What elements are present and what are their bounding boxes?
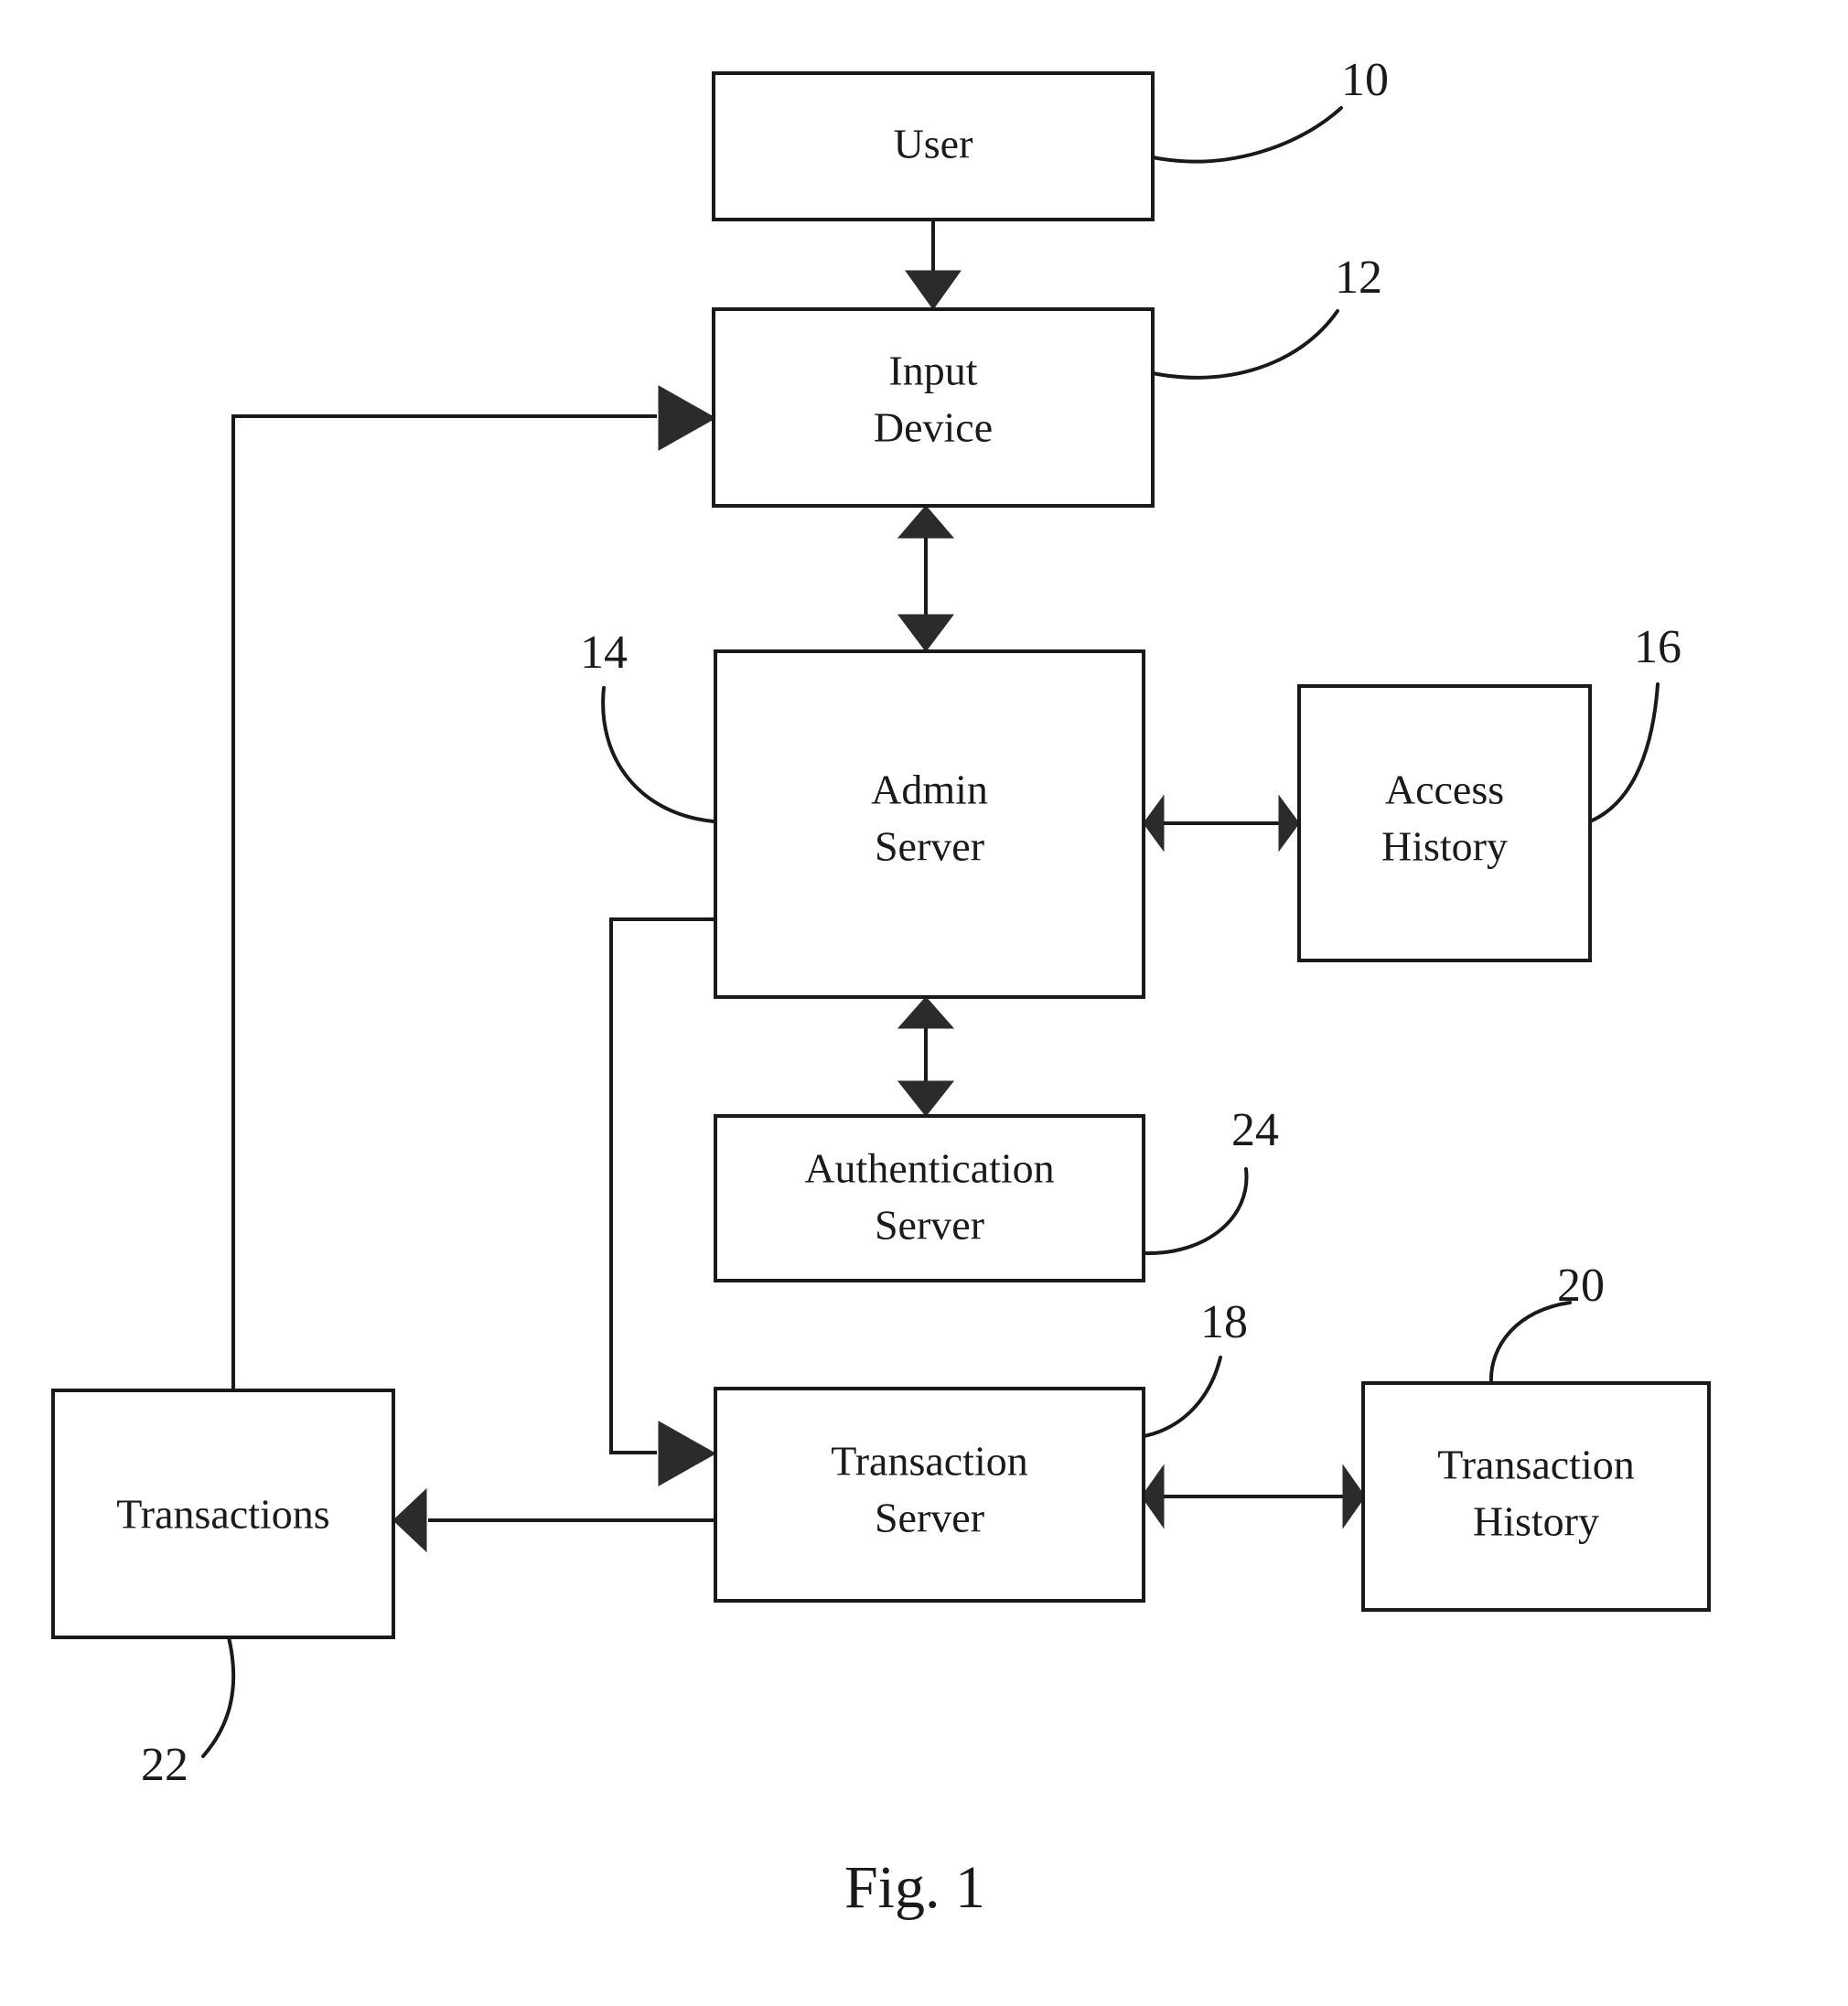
block-user-label: User xyxy=(894,121,973,167)
figure-caption: Fig. 1 xyxy=(844,1854,985,1921)
leader-line-24 xyxy=(1142,1167,1249,1256)
block-transaction-history[interactable]: Transaction History xyxy=(1361,1381,1711,1612)
reference-numeral-18: 18 xyxy=(1200,1296,1248,1348)
leader-line-10 xyxy=(1151,106,1343,164)
connector-admin-server-to-transaction-server xyxy=(609,917,717,1486)
block-input-device[interactable]: Input Device xyxy=(712,307,1155,508)
block-admin-server-label-line1: Admin xyxy=(871,767,988,813)
leader-line-18 xyxy=(1142,1356,1222,1438)
system-block-diagram: User Input Device Admin Server Access Hi… xyxy=(51,54,1711,1921)
reference-numeral-20: 20 xyxy=(1557,1260,1605,1312)
block-admin-server[interactable]: Admin Server xyxy=(714,649,1145,999)
connector-transaction-server-to-transactions xyxy=(392,1487,715,1553)
block-transaction-server-label-line1: Transaction xyxy=(831,1438,1028,1485)
block-transactions[interactable]: Transactions xyxy=(51,1389,395,1639)
block-access-history[interactable]: Access History xyxy=(1297,684,1592,962)
block-transaction-history-label-line1: Transaction xyxy=(1437,1442,1635,1488)
block-access-history-label-line2: History xyxy=(1381,823,1508,870)
block-input-device-label-line1: Input xyxy=(888,348,977,394)
block-access-history-label-line1: Access xyxy=(1385,767,1504,813)
block-transaction-server[interactable]: Transaction Server xyxy=(714,1387,1145,1603)
block-transaction-server-label-line2: Server xyxy=(875,1495,984,1541)
leader-line-16 xyxy=(1588,682,1660,823)
reference-numeral-24: 24 xyxy=(1231,1104,1279,1156)
connector-admin-server-to-authentication-server xyxy=(897,996,955,1117)
block-authentication-server[interactable]: Authentication Server xyxy=(714,1114,1145,1282)
connector-transactions-to-input-device xyxy=(231,385,717,1390)
reference-numeral-16: 16 xyxy=(1634,621,1681,673)
connector-user-to-input-device xyxy=(905,220,962,310)
leader-line-20 xyxy=(1488,1301,1572,1385)
connector-admin-server-to-access-history xyxy=(1143,794,1300,853)
reference-numeral-14: 14 xyxy=(580,627,628,679)
leader-line-12 xyxy=(1151,309,1339,380)
reference-numeral-22: 22 xyxy=(141,1739,188,1791)
reference-numeral-12: 12 xyxy=(1335,252,1382,304)
block-admin-server-label-line2: Server xyxy=(875,823,984,870)
block-transactions-label: Transactions xyxy=(116,1491,329,1538)
block-user[interactable]: User xyxy=(712,71,1155,221)
block-transaction-history-label-line2: History xyxy=(1473,1498,1599,1545)
block-authentication-server-label-line2: Server xyxy=(875,1202,984,1249)
leader-line-22 xyxy=(201,1636,236,1758)
connector-input-device-to-admin-server xyxy=(897,505,955,652)
block-input-device-label-line2: Device xyxy=(874,404,993,451)
reference-numeral-10: 10 xyxy=(1341,54,1389,106)
leader-line-14 xyxy=(601,686,715,823)
patent-figure-page: User Input Device Admin Server Access Hi… xyxy=(0,0,1848,2006)
block-authentication-server-label-line1: Authentication xyxy=(804,1145,1054,1192)
connector-transaction-server-to-transaction-history xyxy=(1141,1464,1366,1529)
